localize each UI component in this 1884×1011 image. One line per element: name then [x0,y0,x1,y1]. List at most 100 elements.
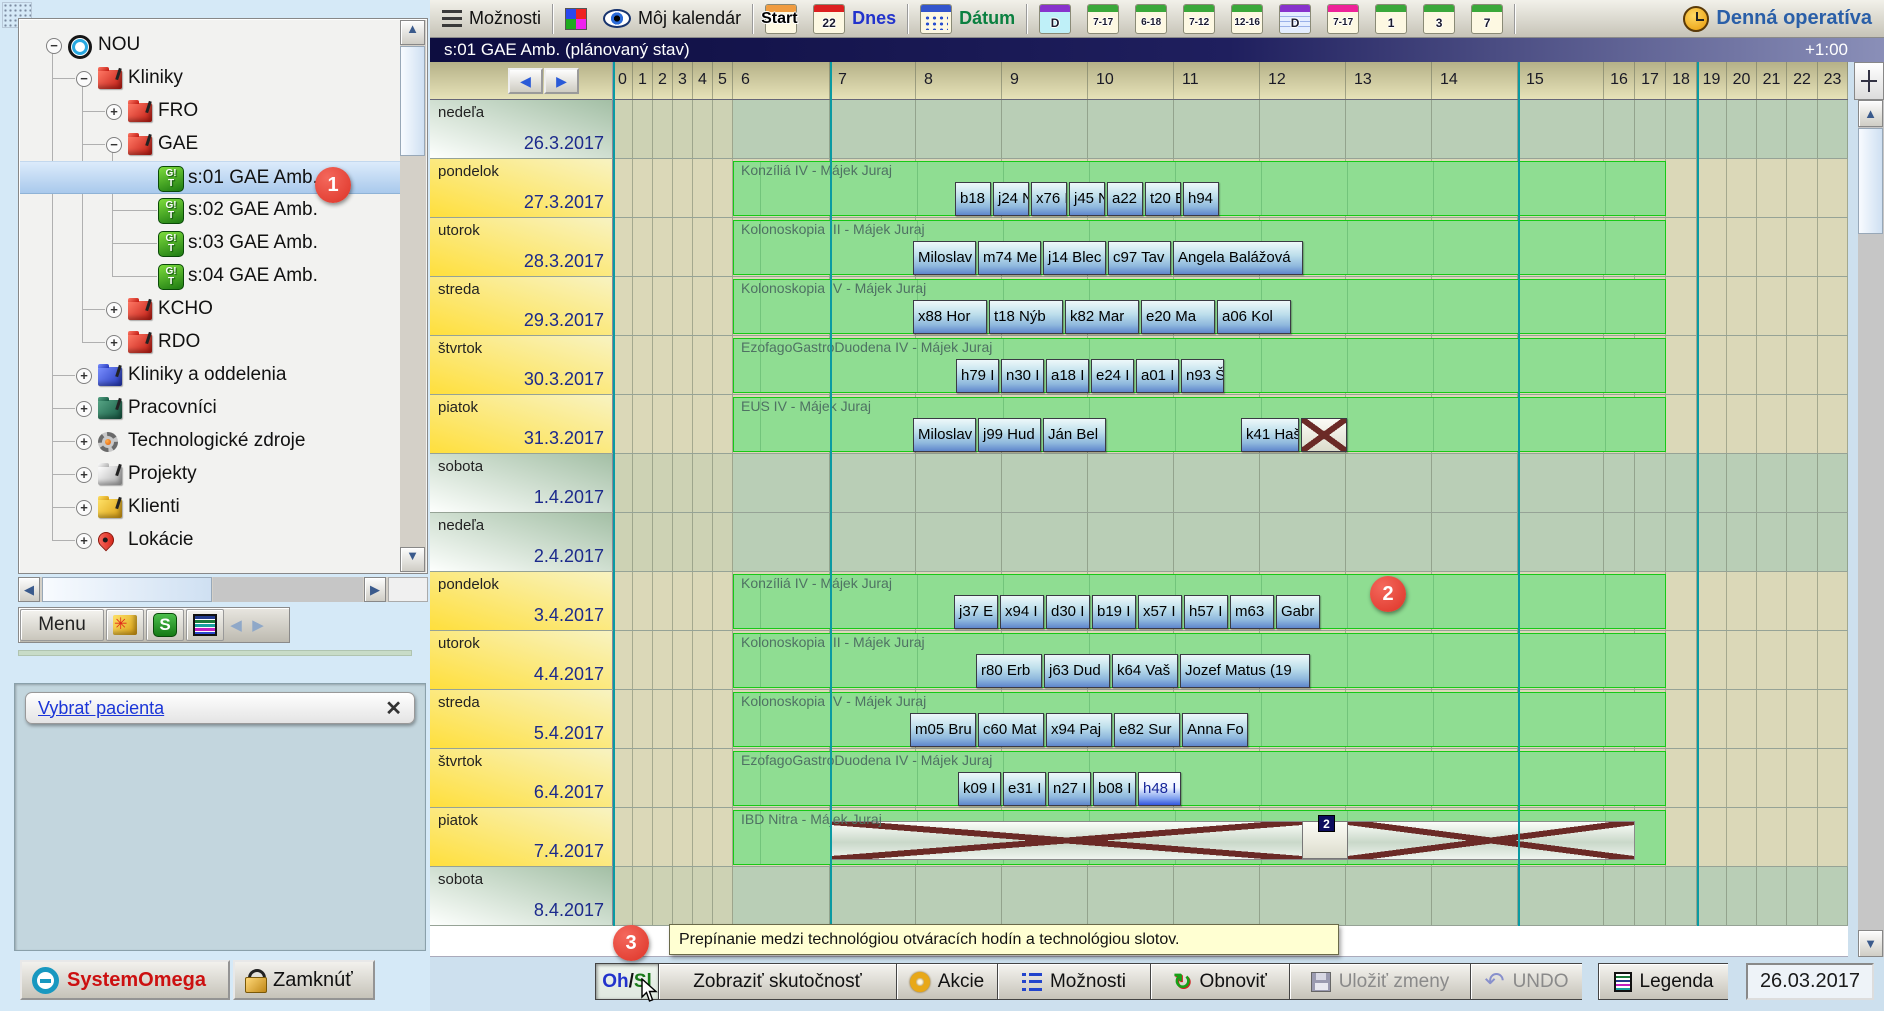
patient-chip[interactable]: r80 Erb [976,654,1042,688]
grid-cell[interactable] [713,572,733,630]
grid-cell[interactable] [1666,159,1697,217]
grid-cell[interactable] [1697,100,1727,158]
grid-cell[interactable] [1002,867,1088,925]
grid-cell[interactable] [1174,100,1260,158]
grid-cell[interactable] [1666,100,1697,158]
grid-cell[interactable] [1697,395,1727,453]
grid-cell[interactable] [633,395,653,453]
grid-cell[interactable] [1432,100,1518,158]
grid-cell[interactable] [693,749,713,807]
grid-cell[interactable] [713,218,733,276]
grid-cell[interactable] [1727,100,1757,158]
grid-cell[interactable] [673,159,693,217]
nav-back-icon[interactable]: ◀ [225,616,247,634]
patient-chip[interactable]: d30 I [1046,595,1090,629]
grid-cell[interactable] [613,100,633,158]
grid-cell[interactable] [1757,159,1787,217]
grid-cell[interactable] [733,454,830,512]
grid-cell[interactable] [673,867,693,925]
grid-cell[interactable] [1787,277,1818,335]
patient-chip[interactable]: n27 I [1048,772,1091,806]
grid-cell[interactable] [673,808,693,866]
grid-cell[interactable] [1757,867,1787,925]
grid-cell[interactable] [1088,100,1174,158]
patient-chip[interactable]: j24 N [993,182,1029,216]
patient-chip[interactable]: h48 I [1138,772,1181,806]
patient-chip[interactable]: a06 Kol [1217,300,1291,334]
patient-chip[interactable]: Ján Bel [1043,418,1106,452]
patient-chip[interactable]: t18 Nýb [989,300,1063,334]
grid-cell[interactable] [1002,454,1088,512]
grid-cell[interactable] [1727,513,1757,571]
grid-cell[interactable] [713,454,733,512]
grid-cell[interactable] [1818,100,1848,158]
grid-cell[interactable] [1787,100,1818,158]
grid-cell[interactable] [633,277,653,335]
patient-chip[interactable]: a01 I [1136,359,1179,393]
patient-chip[interactable]: j14 Blec [1043,241,1106,275]
patient-chip[interactable]: h57 I [1184,595,1228,629]
grid-cell[interactable] [1787,336,1818,394]
collapse-icon[interactable]: − [106,137,122,153]
grid-cell[interactable] [673,454,693,512]
tree-item-s-03-gae-amb-[interactable]: G! Ts:03 GAE Amb. [20,227,400,260]
grid-cell[interactable] [1697,572,1727,630]
next-period-button[interactable]: ▶ [544,68,579,94]
patient-chip[interactable]: k09 I [958,772,1001,806]
grid-cell[interactable] [713,749,733,807]
grid-cell[interactable] [1818,808,1848,866]
actions-button[interactable]: Akcie [896,963,997,1000]
grid-cell[interactable] [1787,218,1818,276]
grid-cell[interactable] [1697,277,1727,335]
grid-cell[interactable] [673,100,693,158]
grid-cell[interactable] [653,395,673,453]
grid-cell[interactable] [1818,749,1848,807]
grid-cell[interactable] [830,513,916,571]
list-view-button[interactable] [186,609,224,641]
favorites-folder-button[interactable] [106,609,144,641]
today-button[interactable]: 22 Dnes [805,1,904,37]
grid-cell[interactable] [1088,513,1174,571]
grid-cell[interactable] [733,100,830,158]
patient-chip[interactable]: m74 Me [978,241,1041,275]
grid-cell[interactable] [1697,159,1727,217]
grid-cell[interactable] [1787,631,1818,689]
grid-cell[interactable] [1818,867,1848,925]
grid-cell[interactable] [1727,749,1757,807]
system-button[interactable]: S [146,609,184,641]
grid-cell[interactable] [713,336,733,394]
expand-icon[interactable]: + [76,401,92,417]
grid-cell[interactable] [1787,867,1818,925]
tree-item-kliniky-a-oddelenia[interactable]: + Kliniky a oddelenia [20,359,400,392]
grid-cell[interactable] [1346,100,1432,158]
grid-cell[interactable] [1787,395,1818,453]
expand-icon[interactable]: + [76,368,92,384]
collapse-icon[interactable]: − [46,38,62,54]
grid-cell[interactable] [1088,867,1174,925]
grid-cell[interactable] [1787,513,1818,571]
grid-cell[interactable] [693,100,713,158]
grid-cell[interactable] [1518,454,1604,512]
grid-cell[interactable] [633,100,653,158]
grid-cell[interactable] [1346,867,1432,925]
expand-icon[interactable]: + [106,104,122,120]
grid-cell[interactable] [1757,454,1787,512]
grid-cell[interactable] [1002,100,1088,158]
save-changes-button[interactable]: Uložiť zmeny [1289,963,1470,1000]
scroll-left-icon[interactable]: ◀ [18,577,40,602]
grid-cell[interactable] [1727,336,1757,394]
grid-cell[interactable] [633,808,653,866]
grid-cell[interactable] [653,690,673,748]
grid-cell[interactable] [1757,572,1787,630]
patient-chip[interactable]: Jozef Matus (19 [1180,654,1310,688]
grid-cell[interactable] [673,277,693,335]
grid-cell[interactable] [633,159,653,217]
patient-chip[interactable]: x57 I [1138,595,1182,629]
grid-cell[interactable] [1666,454,1697,512]
grid-cell[interactable] [653,631,673,689]
grid-cell[interactable] [1518,867,1604,925]
grid-cell[interactable] [1787,690,1818,748]
grid-cell[interactable] [916,100,1002,158]
tree-item-fro[interactable]: + FRO [20,95,400,128]
grid-cell[interactable] [613,336,633,394]
